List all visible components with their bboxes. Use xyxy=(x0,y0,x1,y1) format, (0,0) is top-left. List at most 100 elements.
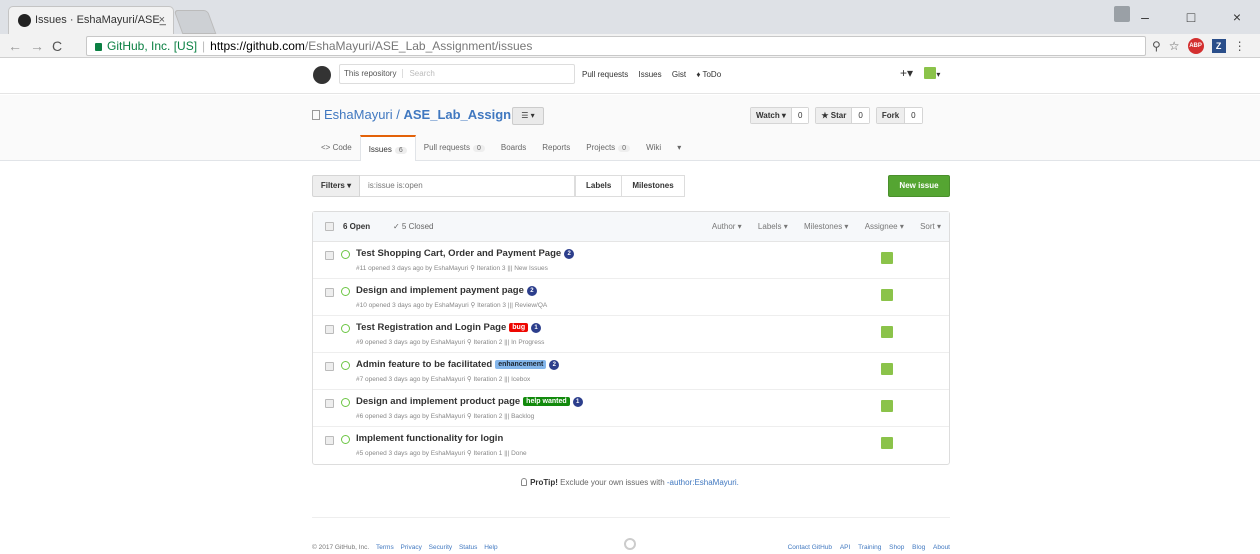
author-filter[interactable]: Author ▾ xyxy=(712,222,742,231)
repo-icon xyxy=(312,110,320,120)
footer-octocat-icon[interactable] xyxy=(624,538,636,550)
filter-bar: Filters ▾ is:issue is:open Labels Milest… xyxy=(312,175,950,197)
assignee-avatar[interactable] xyxy=(881,437,893,449)
issue-checkbox[interactable] xyxy=(325,362,334,371)
search-box[interactable]: This repository Search xyxy=(339,64,575,84)
pr-count: 0 xyxy=(472,145,485,152)
adblock-icon[interactable]: ABP xyxy=(1187,38,1204,54)
close-window-button[interactable]: × xyxy=(1214,9,1260,25)
new-issue-button[interactable]: New issue xyxy=(888,175,950,197)
comment-count[interactable]: 1 xyxy=(531,323,542,333)
new-tab-button[interactable] xyxy=(173,10,217,34)
watch-button[interactable]: Watch ▾ 0 xyxy=(750,107,810,124)
closed-issues-toggle[interactable]: ✓ 5 Closed xyxy=(393,222,434,231)
footer-link-terms[interactable]: Terms xyxy=(376,544,394,551)
fork-button[interactable]: Fork 0 xyxy=(875,107,923,124)
issue-title-link[interactable]: Implement functionality for login xyxy=(356,433,503,444)
browser-tab[interactable]: Issues · EshaMayuri/ASE_ × xyxy=(8,6,174,34)
issue-checkbox[interactable] xyxy=(325,251,334,260)
labels-milestones-group: Labels Milestones xyxy=(575,175,685,197)
search-input[interactable]: Search xyxy=(402,69,435,78)
footer-link-security[interactable]: Security xyxy=(429,544,452,551)
issue-title-link[interactable]: Design and implement payment page xyxy=(356,285,524,296)
zotero-icon[interactable]: Z xyxy=(1211,39,1226,53)
label-help-wanted[interactable]: help wanted xyxy=(523,397,570,406)
minimize-button[interactable]: – xyxy=(1122,9,1168,25)
extension-icons: ⚲ ☆ ABP Z ⋮ xyxy=(1152,38,1246,54)
tab-code[interactable]: <> Code xyxy=(313,135,360,161)
fork-count: 0 xyxy=(904,108,922,123)
issue-search-input[interactable]: is:issue is:open xyxy=(360,175,575,197)
header-nav: Pull requests Issues Gist ♦ ToDo xyxy=(582,70,729,79)
issue-checkbox[interactable] xyxy=(325,325,334,334)
protip-query-link[interactable]: -author:EshaMayuri. xyxy=(667,478,739,487)
create-new-button[interactable]: +▾ xyxy=(900,66,913,80)
comment-count[interactable]: 2 xyxy=(549,360,560,370)
zoom-icon[interactable]: ⚲ xyxy=(1152,39,1161,53)
avatar-caret-icon[interactable]: ▾ xyxy=(936,70,940,79)
comment-count[interactable]: 1 xyxy=(572,397,583,407)
issue-row: Implement functionality for login #5 ope… xyxy=(313,427,949,464)
assignee-avatar[interactable] xyxy=(881,326,893,338)
assignee-avatar[interactable] xyxy=(881,289,893,301)
issue-checkbox[interactable] xyxy=(325,399,334,408)
issue-meta: #10 opened 3 days ago by EshaMayuri ⚲ It… xyxy=(356,302,548,309)
assignee-avatar[interactable] xyxy=(881,252,893,264)
octocat-logo-icon[interactable] xyxy=(313,66,331,84)
browser-menu-icon[interactable]: ⋮ xyxy=(1234,39,1246,53)
tab-more-dropdown[interactable]: ▾ xyxy=(669,135,689,161)
nav-gist[interactable]: Gist xyxy=(672,70,686,79)
footer-link-training[interactable]: Training xyxy=(858,544,881,551)
assignee-avatar[interactable] xyxy=(881,363,893,375)
assignee-filter[interactable]: Assignee ▾ xyxy=(865,222,904,231)
labels-filter[interactable]: Labels ▾ xyxy=(758,222,788,231)
tab-close-icon[interactable]: × xyxy=(159,7,165,34)
issue-title-link[interactable]: Design and implement product page xyxy=(356,396,520,407)
issue-title-link[interactable]: Test Shopping Cart, Order and Payment Pa… xyxy=(356,248,561,259)
star-button[interactable]: ★ Star 0 xyxy=(815,107,870,124)
bookmark-star-icon[interactable]: ☆ xyxy=(1169,39,1180,53)
footer-link-status[interactable]: Status xyxy=(459,544,477,551)
issue-title-link[interactable]: Admin feature to be facilitated xyxy=(356,359,492,370)
comment-count[interactable]: 2 xyxy=(564,249,575,259)
tab-pull-requests[interactable]: Pull requests 0 xyxy=(416,135,493,161)
footer-link-help[interactable]: Help xyxy=(484,544,497,551)
back-icon[interactable]: ← xyxy=(8,38,22,54)
forward-icon[interactable]: → xyxy=(30,38,44,54)
labels-button[interactable]: Labels xyxy=(575,175,623,197)
copyright: © 2017 GitHub, Inc. xyxy=(312,544,370,551)
tab-projects[interactable]: Projects 0 xyxy=(578,135,638,161)
footer-link-privacy[interactable]: Privacy xyxy=(401,544,422,551)
nav-pull-requests[interactable]: Pull requests xyxy=(582,70,628,79)
footer-link-contact[interactable]: Contact GitHub xyxy=(788,544,832,551)
reload-icon[interactable]: C xyxy=(52,38,62,54)
tab-reports[interactable]: Reports xyxy=(534,135,578,161)
url-bar[interactable]: GitHub, Inc. [US] | https://github.com/Esh… xyxy=(86,36,1146,56)
nav-issues[interactable]: Issues xyxy=(638,70,661,79)
milestones-button[interactable]: Milestones xyxy=(622,175,685,197)
comment-count[interactable]: 2 xyxy=(526,286,537,296)
milestones-filter[interactable]: Milestones ▾ xyxy=(804,222,848,231)
tab-issues[interactable]: Issues 6 xyxy=(359,135,416,161)
filters-button[interactable]: Filters ▾ xyxy=(312,175,360,197)
issue-checkbox[interactable] xyxy=(325,288,334,297)
sort-filter[interactable]: Sort ▾ xyxy=(920,222,941,231)
issue-checkbox[interactable] xyxy=(325,436,334,445)
footer-link-shop[interactable]: Shop xyxy=(889,544,904,551)
label-enhancement[interactable]: enhancement xyxy=(495,360,547,369)
tab-wiki[interactable]: Wiki xyxy=(638,135,669,161)
assignee-avatar[interactable] xyxy=(881,400,893,412)
open-issues-toggle[interactable]: 6 Open xyxy=(343,222,370,231)
repo-owner-link[interactable]: EshaMayuri xyxy=(324,107,393,122)
footer-link-blog[interactable]: Blog xyxy=(912,544,925,551)
select-all-checkbox[interactable] xyxy=(325,222,334,231)
label-bug[interactable]: bug xyxy=(509,323,529,332)
footer-link-api[interactable]: API xyxy=(840,544,850,551)
footer-link-about[interactable]: About xyxy=(933,544,950,551)
tab-boards[interactable]: Boards xyxy=(493,135,534,161)
user-avatar[interactable] xyxy=(924,67,937,79)
issue-title-link[interactable]: Test Registration and Login Page xyxy=(356,322,506,333)
nav-todo[interactable]: ♦ ToDo xyxy=(696,70,721,79)
maximize-button[interactable]: □ xyxy=(1168,9,1214,25)
repo-list-button[interactable]: ☰ ▾ xyxy=(512,107,544,125)
